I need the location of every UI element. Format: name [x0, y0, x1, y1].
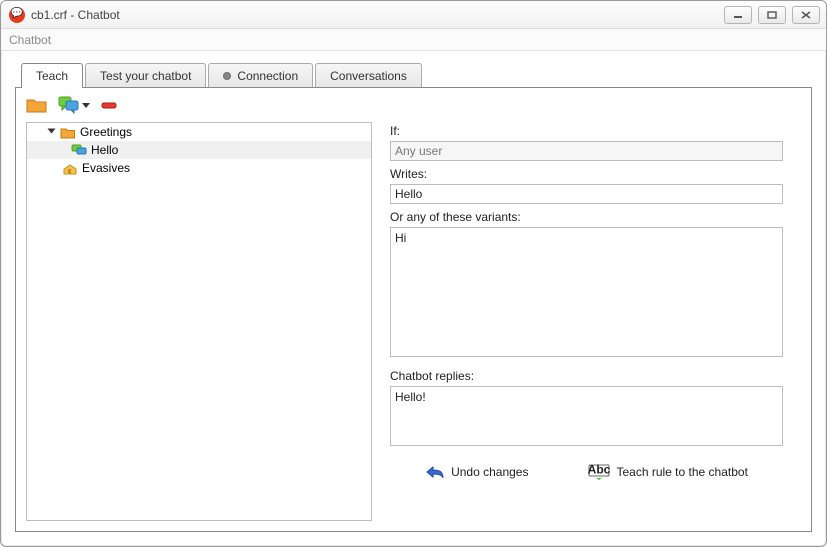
writes-field[interactable] [390, 184, 783, 204]
titlebar[interactable]: 💬 cb1.crf - Chatbot [1, 1, 826, 29]
if-label: If: [390, 124, 783, 138]
new-folder-button[interactable] [26, 96, 48, 114]
svg-text:Abc: Abc [588, 464, 610, 477]
window-title: cb1.crf - Chatbot [31, 8, 120, 22]
teach-button[interactable]: Abc Teach rule to the chatbot [588, 464, 747, 480]
abc-icon: Abc [588, 464, 610, 480]
undo-label: Undo changes [451, 465, 528, 479]
tab-label: Conversations [330, 69, 407, 83]
split-pane: Greetings Hell [16, 122, 811, 531]
replies-field[interactable]: Hello! [390, 386, 783, 446]
tree-label: Greetings [80, 125, 132, 139]
client-area: Teach Test your chatbot Connection Conve… [1, 51, 826, 546]
tab-conversations[interactable]: Conversations [315, 63, 422, 88]
tree-label: Evasives [82, 161, 130, 175]
tree-node-greetings[interactable]: Greetings [27, 123, 371, 141]
chevron-down-icon [82, 103, 90, 108]
form-actions: Undo changes Abc Teach rule to the chatb… [390, 446, 783, 490]
tab-label: Test your chatbot [100, 69, 191, 83]
house-icon [62, 162, 78, 175]
rule-tree[interactable]: Greetings Hell [26, 122, 372, 521]
chat-icon [71, 144, 87, 157]
close-button[interactable] [792, 6, 820, 24]
menu-item-chatbot[interactable]: Chatbot [9, 33, 51, 47]
tab-teach[interactable]: Teach [21, 63, 83, 88]
teach-panel: Greetings Hell [15, 87, 812, 532]
toolbar [16, 88, 811, 122]
replies-label: Chatbot replies: [390, 369, 783, 383]
tree-node-hello[interactable]: Hello [27, 141, 371, 159]
if-field[interactable] [390, 141, 783, 161]
maximize-button[interactable] [758, 6, 786, 24]
undo-button[interactable]: Undo changes [425, 465, 528, 479]
window-controls [724, 6, 820, 24]
writes-label: Writes: [390, 167, 783, 181]
tree-node-evasives[interactable]: Evasives [27, 159, 371, 177]
variants-label: Or any of these variants: [390, 210, 783, 224]
delete-button[interactable] [100, 98, 118, 112]
connection-indicator-icon [223, 72, 231, 80]
undo-icon [425, 465, 445, 479]
tab-connection[interactable]: Connection [208, 63, 313, 88]
folder-icon [60, 126, 76, 139]
new-rule-button[interactable] [58, 96, 90, 114]
tab-label: Connection [237, 69, 298, 83]
variants-field[interactable]: Hi [390, 227, 783, 357]
expand-icon[interactable] [48, 129, 56, 134]
teach-label: Teach rule to the chatbot [616, 465, 747, 479]
tab-bar: Teach Test your chatbot Connection Conve… [15, 61, 812, 87]
app-window: 💬 cb1.crf - Chatbot Chatbot Teach Test y… [0, 0, 827, 547]
app-icon: 💬 [9, 7, 25, 23]
menubar: Chatbot [1, 29, 826, 51]
tab-test[interactable]: Test your chatbot [85, 63, 206, 88]
rule-form: If: Writes: Or any of these variants: Hi… [372, 122, 811, 531]
tab-label: Teach [36, 69, 68, 83]
minimize-button[interactable] [724, 6, 752, 24]
tree-label: Hello [91, 143, 118, 157]
